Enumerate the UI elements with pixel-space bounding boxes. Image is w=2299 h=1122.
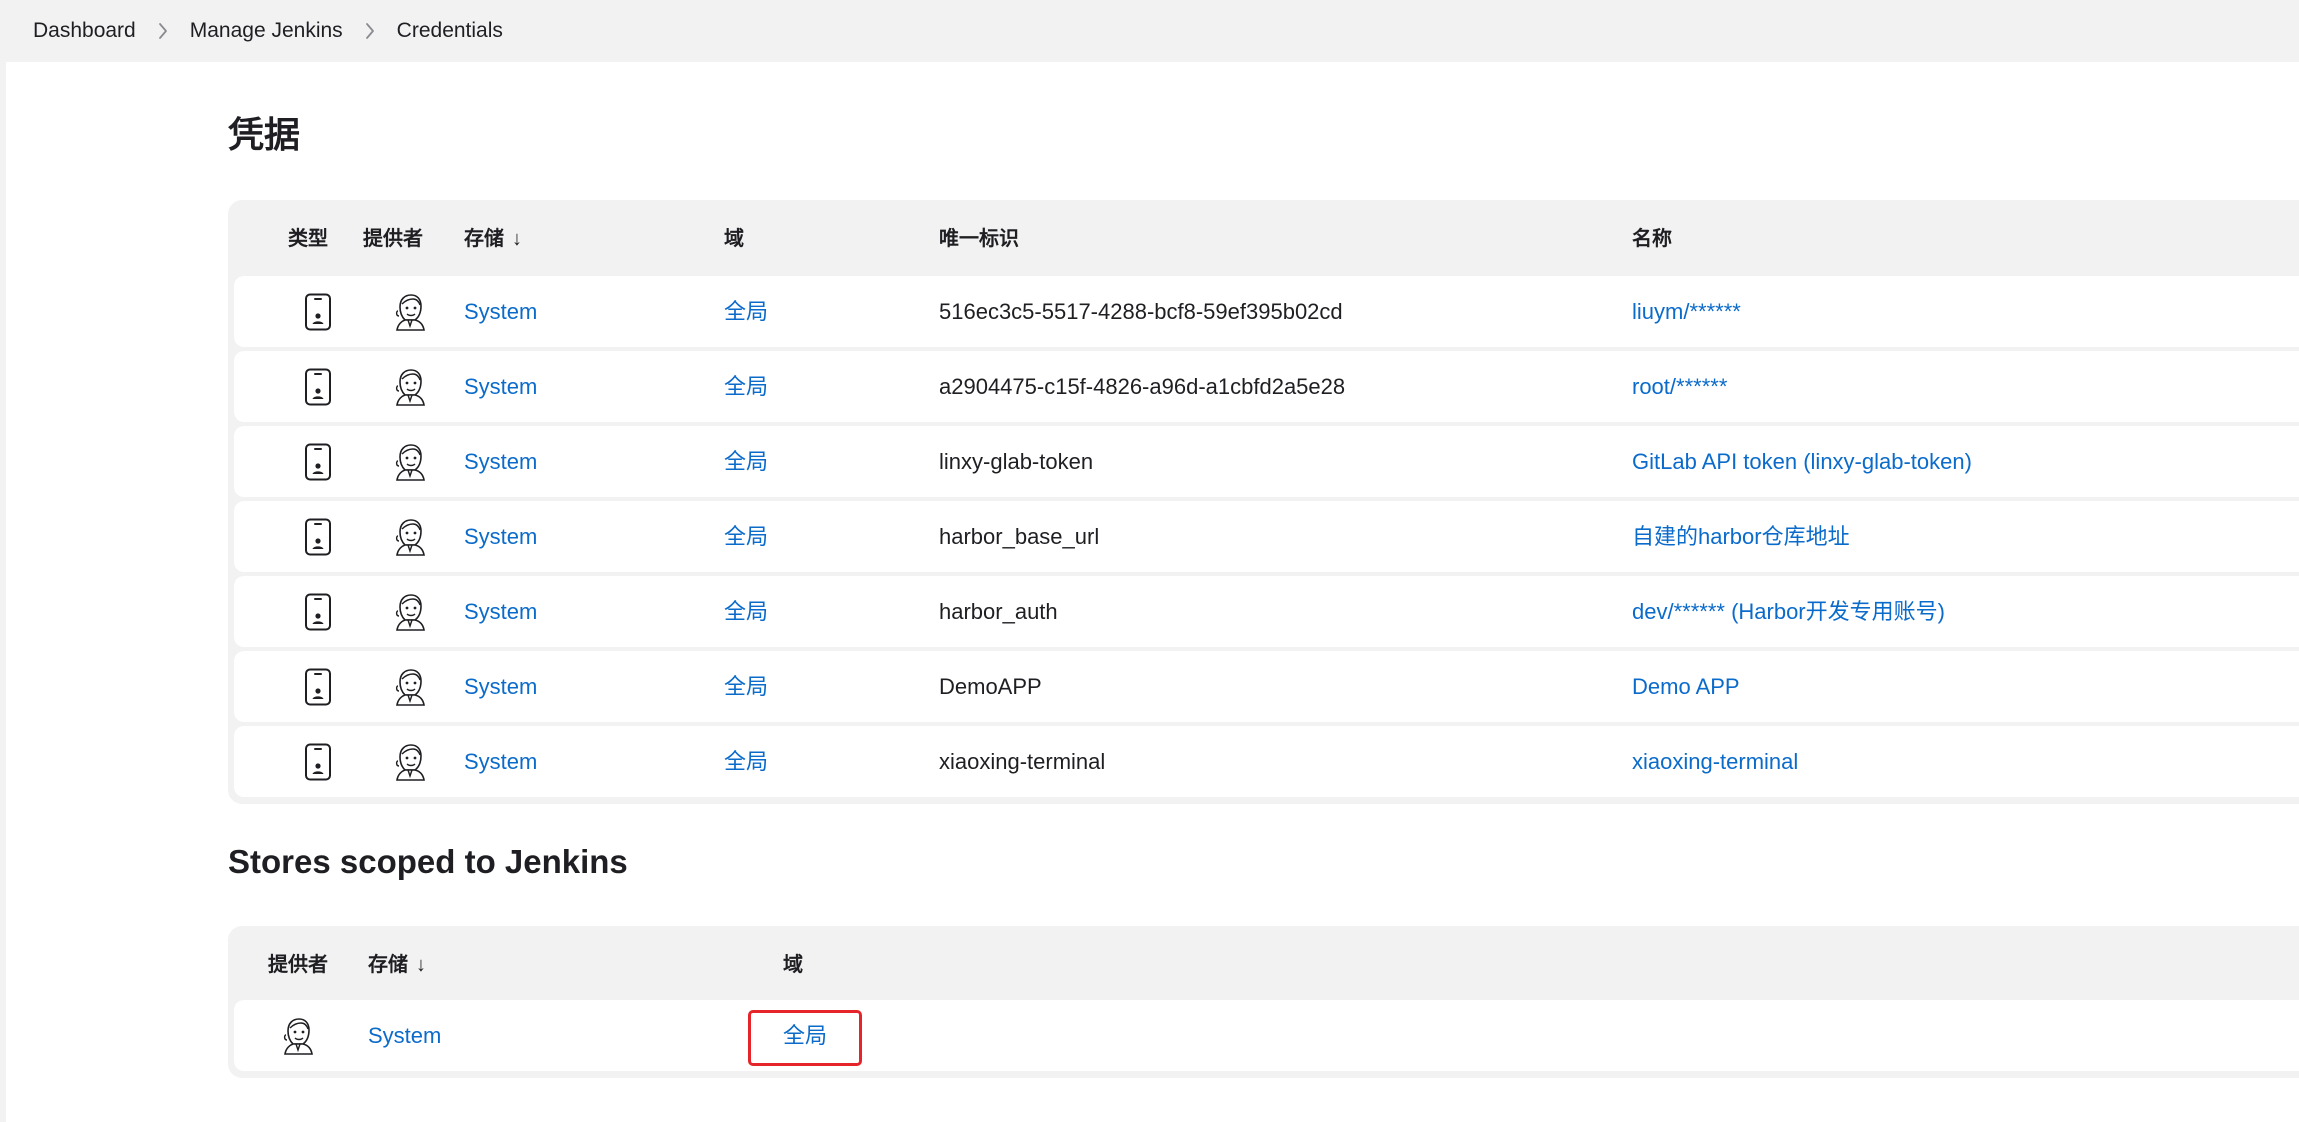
chevron-right-icon — [343, 19, 397, 43]
table-row: System 全局 516ec3c5-5517-4288-bcf8-59ef395b… — [234, 276, 2299, 347]
header-name[interactable]: 名称 — [1632, 200, 1672, 274]
credential-id: linxy-glab-token — [939, 449, 1094, 474]
credential-name-link[interactable]: liuym/****** — [1632, 276, 1741, 347]
jenkins-butler-icon — [390, 576, 430, 647]
domain-link[interactable]: 全局 — [724, 651, 768, 722]
mobile-phone-icon — [298, 726, 338, 797]
highlight-box — [748, 1010, 862, 1066]
mobile-phone-icon — [298, 276, 338, 347]
stores-table: 提供者 存储 ↓ 域 System 全局 — [228, 926, 2299, 1078]
left-edge — [0, 0, 6, 1122]
header-store-label: 存储 — [464, 228, 504, 250]
credential-id: 516ec3c5-5517-4288-bcf8-59ef395b02cd — [939, 299, 1343, 324]
header-domain[interactable]: 域 — [724, 200, 744, 274]
jenkins-butler-icon — [390, 651, 430, 722]
credential-name-link[interactable]: root/****** — [1632, 351, 1727, 422]
jenkins-butler-icon — [390, 351, 430, 422]
credential-id: harbor_base_url — [939, 524, 1100, 549]
domain-link[interactable]: 全局 — [724, 426, 768, 497]
stores-header-store-label: 存储 — [368, 954, 408, 976]
header-store[interactable]: 存储 ↓ — [464, 200, 522, 274]
store-link[interactable]: System — [464, 501, 537, 572]
table-row: System 全局 — [234, 1000, 2299, 1071]
table-row: System 全局 a2904475-c15f-4826-a96d-a1cbfd2a… — [234, 351, 2299, 422]
jenkins-butler-icon — [278, 1000, 318, 1071]
mobile-phone-icon — [298, 651, 338, 722]
store-link[interactable]: System — [464, 351, 537, 422]
breadcrumb: Dashboard Manage Jenkins Credentials — [6, 19, 503, 43]
breadcrumb-bar: Dashboard Manage Jenkins Credentials — [6, 0, 2299, 62]
table-row: System 全局 xiaoxing-terminal xiaoxing-termin… — [234, 726, 2299, 797]
stores-header-domain[interactable]: 域 — [783, 926, 803, 1000]
header-type: 类型 — [288, 228, 328, 250]
domain-link[interactable]: 全局 — [724, 276, 768, 347]
page-title: 凭据 — [228, 114, 301, 155]
credential-name-link[interactable]: 自建的harbor仓库地址 — [1632, 501, 1850, 572]
credential-id: xiaoxing-terminal — [939, 749, 1106, 774]
credential-id: a2904475-c15f-4826-a96d-a1cbfd2a5e28 — [939, 374, 1346, 399]
mobile-phone-icon — [298, 351, 338, 422]
stores-table-header: 提供者 存储 ↓ 域 — [228, 926, 2299, 1000]
store-link[interactable]: System — [464, 651, 537, 722]
table-row: System 全局 DemoAPP Demo APP — [234, 651, 2299, 722]
domain-link[interactable]: 全局 — [724, 726, 768, 797]
table-header: 类型 提供者 存储 ↓ 域 唯一标识 名称 — [228, 200, 2299, 274]
jenkins-butler-icon — [390, 501, 430, 572]
mobile-phone-icon — [298, 576, 338, 647]
table-row: System 全局 harbor_auth dev/****** (Harbor开发专… — [234, 576, 2299, 647]
credential-name-link[interactable]: dev/****** (Harbor开发专用账号) — [1632, 576, 1945, 647]
header-id[interactable]: 唯一标识 — [939, 200, 1019, 274]
stores-header-provider: 提供者 — [268, 954, 328, 976]
domain-link[interactable]: 全局 — [724, 576, 768, 647]
store-link[interactable]: System — [368, 1000, 441, 1071]
store-link[interactable]: System — [464, 276, 537, 347]
credential-name-link[interactable]: xiaoxing-terminal — [1632, 726, 1798, 797]
header-provider: 提供者 — [363, 228, 423, 250]
chevron-right-icon — [136, 19, 190, 43]
credential-id: DemoAPP — [939, 674, 1042, 699]
jenkins-butler-icon — [390, 276, 430, 347]
breadcrumb-dashboard[interactable]: Dashboard — [33, 19, 136, 43]
breadcrumb-manage-jenkins[interactable]: Manage Jenkins — [190, 19, 343, 43]
credential-id: harbor_auth — [939, 599, 1058, 624]
store-link[interactable]: System — [464, 576, 537, 647]
credential-name-link[interactable]: GitLab API token (linxy-glab-token) — [1632, 426, 1972, 497]
domain-link[interactable]: 全局 — [724, 351, 768, 422]
credentials-table: 类型 提供者 存储 ↓ 域 唯一标识 名称 System 全局 516ec3c5-55… — [228, 200, 2299, 804]
sort-down-arrow-icon: ↓ — [512, 228, 522, 250]
breadcrumb-credentials[interactable]: Credentials — [397, 19, 503, 43]
table-row: System 全局 linxy-glab-token GitLab API token… — [234, 426, 2299, 497]
store-link[interactable]: System — [464, 426, 537, 497]
stores-header-store[interactable]: 存储 ↓ — [368, 926, 426, 1000]
sort-down-arrow-icon: ↓ — [416, 954, 426, 976]
credential-name-link[interactable]: Demo APP — [1632, 651, 1740, 722]
store-link[interactable]: System — [464, 726, 537, 797]
jenkins-butler-icon — [390, 726, 430, 797]
table-row: System 全局 harbor_base_url 自建的harbor仓库地址 — [234, 501, 2299, 572]
mobile-phone-icon — [298, 501, 338, 572]
jenkins-credentials-page: Dashboard Manage Jenkins Credentials 凭据 … — [0, 0, 2299, 1122]
mobile-phone-icon — [298, 426, 338, 497]
stores-section-title: Stores scoped to Jenkins — [228, 843, 628, 880]
domain-link[interactable]: 全局 — [724, 501, 768, 572]
jenkins-butler-icon — [390, 426, 430, 497]
